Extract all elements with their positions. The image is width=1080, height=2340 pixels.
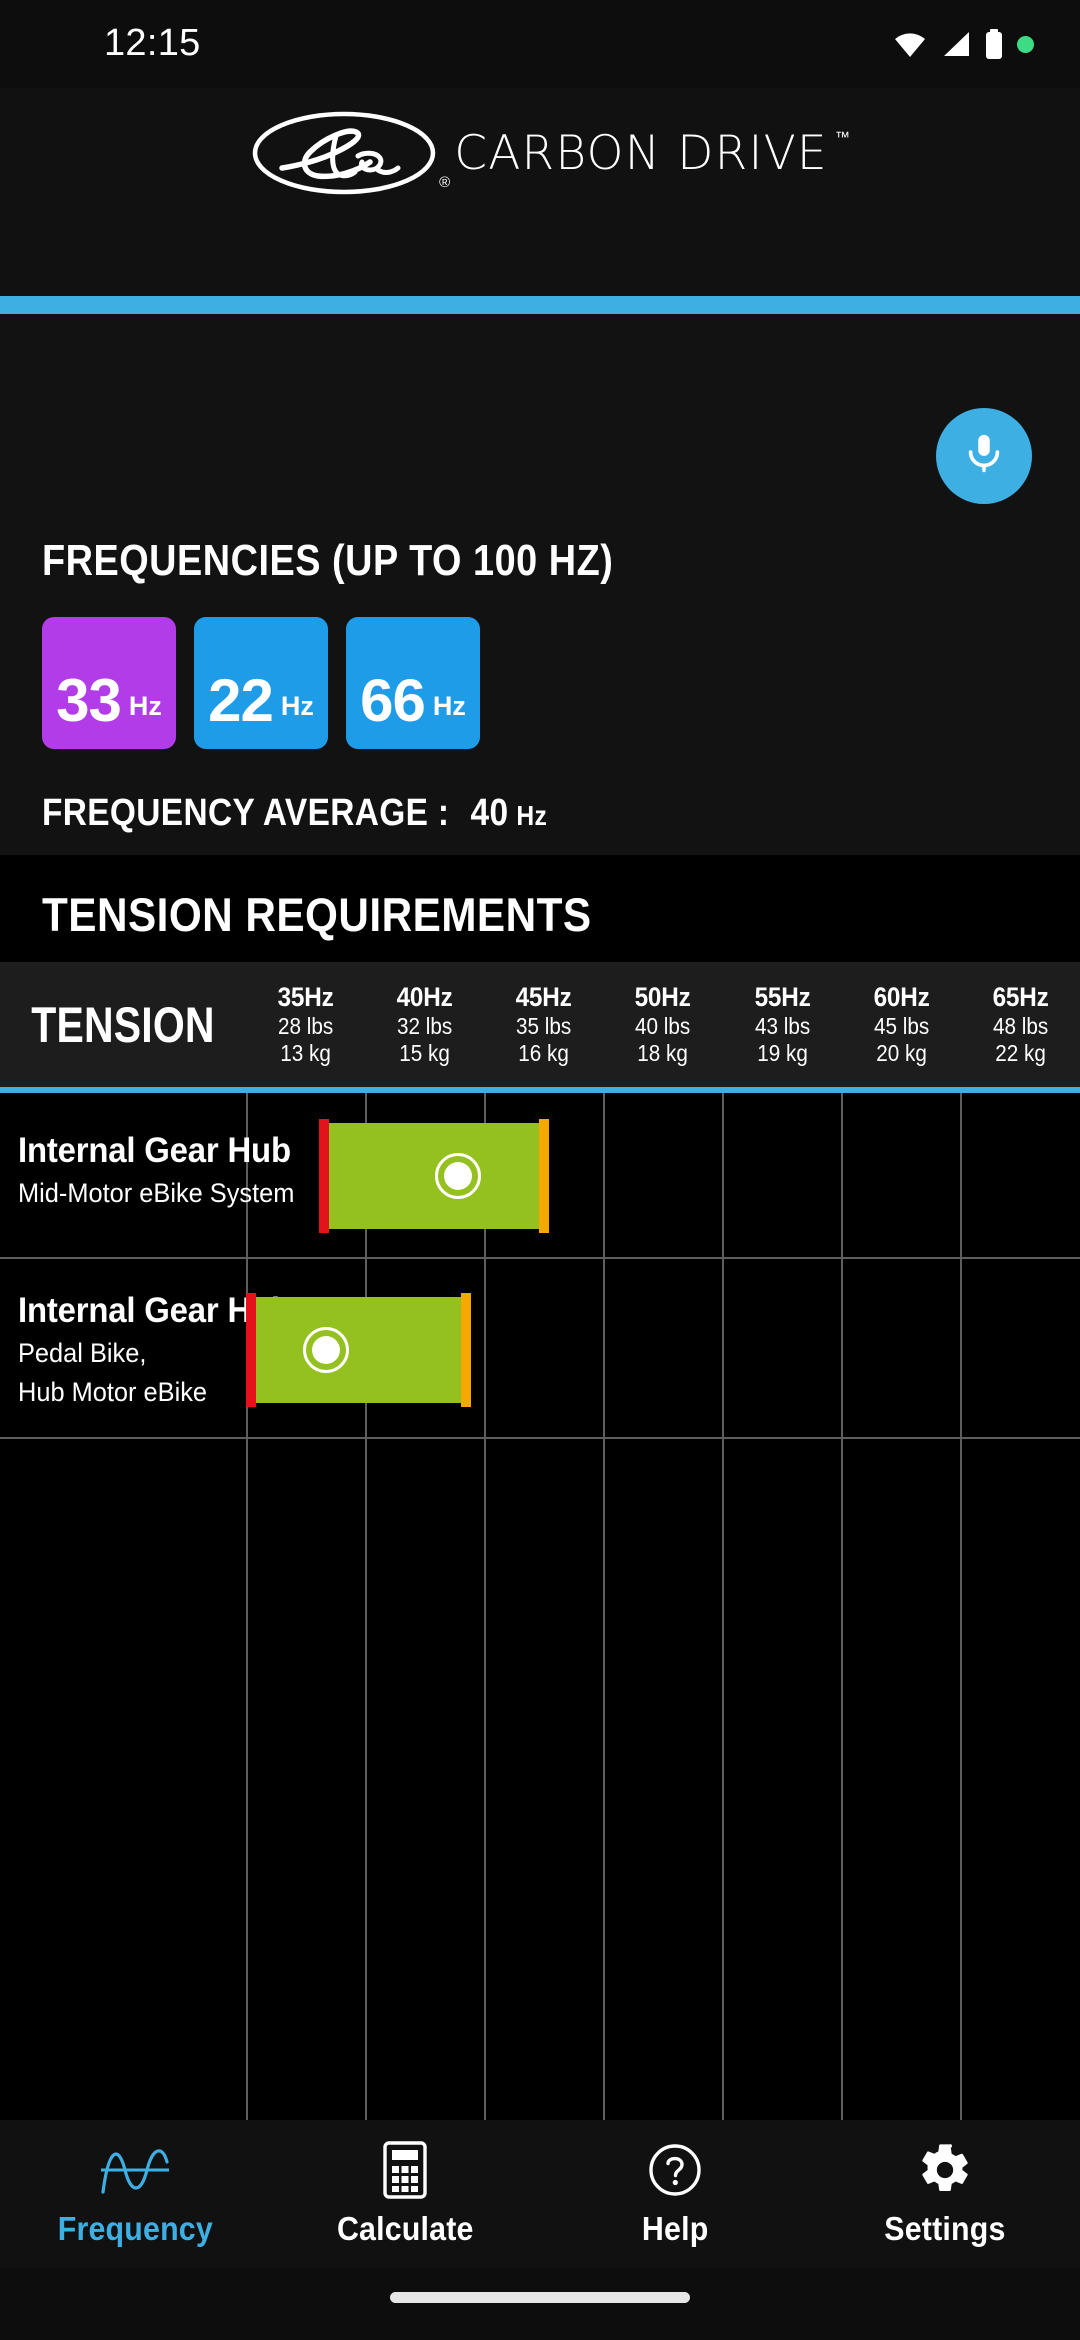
row-subtitle: Mid-Motor eBike System (18, 1178, 295, 1208)
frequency-value: 66 (360, 666, 426, 734)
range-start-cap (246, 1293, 256, 1407)
current-value-marker (303, 1327, 349, 1373)
column-frequency: 65Hz (992, 982, 1049, 1013)
tension-table-row-header-label: TENSION (31, 996, 215, 1053)
gates-oval-logo-icon: ® (252, 110, 450, 196)
column-frequency: 35Hz (277, 982, 334, 1013)
system-gesture-bar[interactable] (0, 2268, 1080, 2340)
microphone-button[interactable] (936, 408, 1032, 504)
calculator-icon (383, 2140, 427, 2200)
bottom-navigation: Frequency Calculate Help Settings (0, 2120, 1080, 2268)
tension-section-title: TENSION REQUIREMENTS (42, 888, 592, 941)
frequency-card[interactable]: 33 Hz (42, 617, 176, 749)
table-row[interactable]: Internal Gear Hub Pedal Bike, Hub Motor … (0, 1261, 1080, 1439)
frequency-card[interactable]: 22 Hz (194, 617, 328, 749)
column-frequency: 50Hz (634, 982, 691, 1013)
column-lbs: 40 lbs (635, 1013, 691, 1040)
app-screen: 12:15 ® CARBON DRIVE ™ FREQUENCIES (UP T… (0, 0, 1080, 2340)
column-lbs: 32 lbs (397, 1013, 453, 1040)
recording-indicator-dot (1017, 35, 1034, 53)
registered-mark: ® (439, 174, 451, 191)
column-lbs: 48 lbs (992, 1013, 1049, 1040)
frequency-value: 33 (56, 666, 122, 734)
current-value-marker (435, 1153, 481, 1199)
tension-table-header: TENSION 35Hz 28 lbs 13 kg 40Hz 32 lbs 15… (0, 962, 1080, 1087)
row-title: Internal Gear Hub (18, 1131, 291, 1170)
gear-icon (917, 2140, 973, 2200)
table-row[interactable]: Internal Gear Hub Mid-Motor eBike System (0, 1093, 1080, 1259)
column-kg: 19 kg (756, 1040, 808, 1067)
nav-label: Help (641, 2210, 709, 2247)
tension-column: 45Hz 35 lbs 16 kg (490, 982, 597, 1067)
gesture-handle[interactable] (390, 2291, 690, 2303)
cellular-signal-icon (941, 31, 971, 57)
column-kg: 18 kg (637, 1040, 689, 1067)
frequency-card-list: 33 Hz 22 Hz 66 Hz (42, 617, 480, 749)
frequency-panel: FREQUENCIES (UP TO 100 HZ) 33 Hz 22 Hz 6… (0, 314, 1080, 855)
column-kg: 22 kg (995, 1040, 1046, 1067)
column-lbs: 43 lbs (754, 1013, 810, 1040)
column-frequency: 45Hz (515, 982, 572, 1013)
tension-column: 55Hz 43 lbs 19 kg (729, 982, 836, 1067)
column-frequency: 40Hz (396, 982, 453, 1013)
tension-section-header: TENSION REQUIREMENTS (0, 855, 1080, 962)
tension-column: 40Hz 32 lbs 15 kg (371, 982, 478, 1067)
nav-label: Settings (884, 2210, 1006, 2247)
tension-column: 50Hz 40 lbs 18 kg (609, 982, 716, 1067)
column-kg: 20 kg (875, 1040, 927, 1067)
frequency-unit: Hz (128, 691, 162, 721)
frequencies-title: FREQUENCIES (UP TO 100 HZ) (42, 536, 614, 585)
tension-column: 35Hz 28 lbs 13 kg (252, 982, 359, 1067)
nav-item-frequency[interactable]: Frequency (0, 2140, 270, 2248)
column-frequency: 55Hz (754, 982, 811, 1013)
question-circle-icon (647, 2140, 703, 2200)
wifi-icon (893, 31, 927, 57)
product-name: CARBON DRIVE ™ (454, 125, 850, 181)
frequency-average-unit: Hz (516, 800, 548, 831)
nav-item-calculate[interactable]: Calculate (270, 2140, 540, 2248)
header-accent-divider (0, 296, 1080, 314)
frequency-unit: Hz (432, 691, 466, 721)
frequency-card[interactable]: 66 Hz (346, 617, 480, 749)
nav-label: Calculate (336, 2210, 474, 2247)
range-start-cap (319, 1119, 329, 1233)
nav-item-settings[interactable]: Settings (810, 2140, 1080, 2248)
tension-column: 65Hz 48 lbs 22 kg (967, 982, 1074, 1067)
brand-logo: ® CARBON DRIVE ™ (252, 110, 850, 196)
range-bar (246, 1293, 471, 1407)
column-kg: 15 kg (399, 1040, 451, 1067)
column-lbs: 45 lbs (873, 1013, 929, 1040)
product-name-text: CARBON DRIVE (454, 125, 828, 181)
app-header: ® CARBON DRIVE ™ (0, 88, 1080, 296)
frequency-average: FREQUENCY AVERAGE : 40 Hz (42, 792, 547, 835)
column-kg: 16 kg (518, 1040, 570, 1067)
frequency-average-value: 40 (470, 792, 509, 834)
column-lbs: 35 lbs (516, 1013, 572, 1040)
microphone-icon (961, 431, 1007, 482)
tension-table-columns: 35Hz 28 lbs 13 kg 40Hz 32 lbs 15 kg 45Hz… (246, 962, 1080, 1087)
trademark-mark: ™ (834, 127, 850, 146)
column-kg: 13 kg (280, 1040, 331, 1067)
row-label: Internal Gear Hub Mid-Motor eBike System (18, 1131, 312, 1210)
nav-item-help[interactable]: Help (540, 2140, 810, 2248)
frequency-average-label: FREQUENCY AVERAGE : (42, 792, 450, 834)
frequency-unit: Hz (280, 691, 314, 721)
range-bar (319, 1119, 549, 1233)
frequency-value: 22 (208, 666, 274, 734)
status-bar-icons (893, 29, 1034, 59)
status-bar: 12:15 (0, 0, 1080, 88)
range-end-cap (539, 1119, 549, 1233)
column-lbs: 28 lbs (277, 1013, 334, 1040)
range-end-cap (461, 1293, 471, 1407)
tension-column: 60Hz 45 lbs 20 kg (848, 982, 955, 1067)
battery-icon (985, 29, 1003, 59)
column-frequency: 60Hz (873, 982, 930, 1013)
sine-wave-icon (97, 2140, 173, 2200)
nav-label: Frequency (57, 2210, 213, 2247)
tension-chart: Internal Gear Hub Mid-Motor eBike System… (0, 1093, 1080, 2120)
status-bar-clock: 12:15 (104, 21, 201, 64)
